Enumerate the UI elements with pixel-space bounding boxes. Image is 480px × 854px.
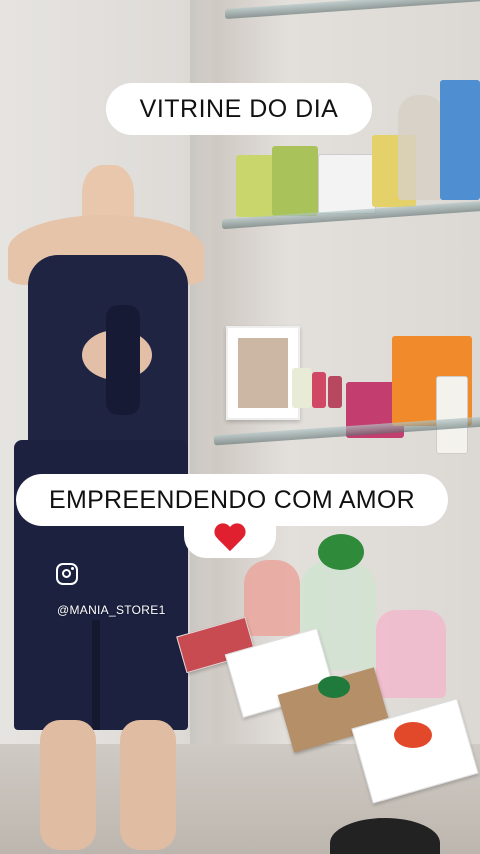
- caption-sticker-text: EMPREENDENDO COM AMOR: [48, 485, 416, 514]
- red-heart-icon: [215, 524, 245, 551]
- product-box: [272, 146, 318, 216]
- heart-sticker: [184, 516, 276, 558]
- product-box: [292, 368, 312, 408]
- product-box: [236, 155, 276, 217]
- mannequin-leg-left: [40, 720, 96, 850]
- lipstick: [312, 372, 326, 408]
- gift-basket-wrapped: [244, 560, 300, 636]
- gift-basket: [398, 95, 444, 200]
- title-sticker: VITRINE DO DIA: [106, 83, 372, 135]
- jumpsuit-knot: [106, 305, 140, 415]
- gift-basket-wrapped: [376, 610, 446, 698]
- lipstick: [328, 376, 342, 408]
- instagram-icon: [56, 563, 78, 585]
- title-sticker-text: VITRINE DO DIA: [139, 94, 339, 123]
- cream-tube: [436, 376, 468, 454]
- product-box: [318, 154, 376, 214]
- instagram-lens: [62, 569, 71, 578]
- shelf-top-edge: [225, 0, 480, 20]
- green-bow: [318, 534, 364, 570]
- instagram-handle[interactable]: @MANIA_STORE1: [57, 603, 166, 617]
- photo-frame-picture: [238, 338, 288, 408]
- orange-bow: [394, 722, 432, 748]
- mannequin-leg-right: [120, 720, 176, 850]
- product-box: [440, 80, 480, 200]
- instagram-dot: [71, 567, 74, 570]
- jumpsuit-slit: [92, 620, 100, 730]
- photo-frame: [226, 326, 300, 420]
- green-bow: [318, 676, 350, 698]
